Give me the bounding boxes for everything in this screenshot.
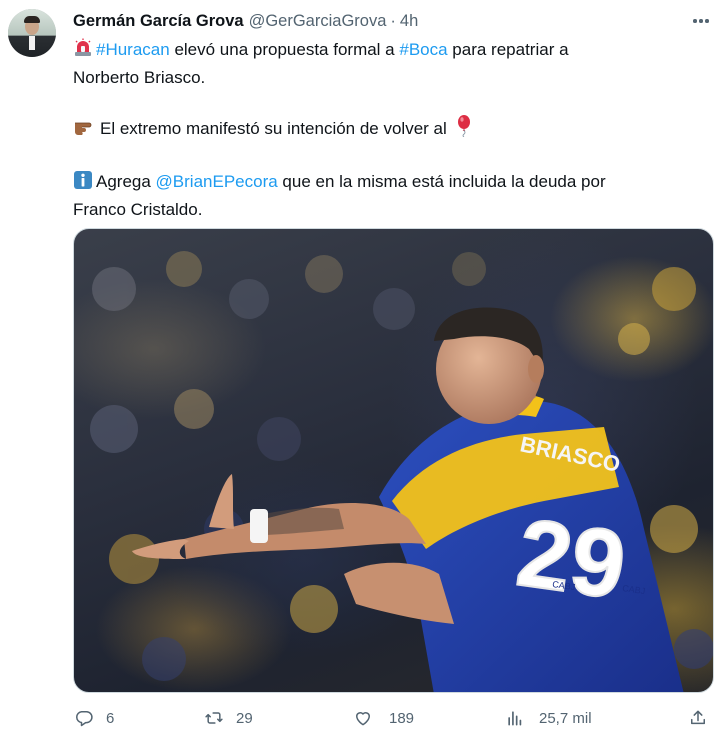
hashtag-boca[interactable]: #Boca — [399, 40, 447, 59]
like-button[interactable]: 189 — [353, 705, 414, 731]
author-avatar[interactable] — [8, 9, 56, 57]
tweet-text-segment: para repatriar a — [447, 40, 569, 59]
heart-icon — [356, 712, 370, 726]
retweet-button[interactable]: 29 — [204, 705, 253, 731]
author-handle[interactable]: @GerGarciaGrova — [249, 12, 387, 31]
mention-brianepecora[interactable]: @BrianEPecora — [156, 172, 278, 191]
tweet-timestamp[interactable]: 4h — [400, 12, 418, 31]
pointing-hand-emoji-icon — [73, 117, 97, 144]
information-emoji-icon — [73, 170, 93, 197]
share-button[interactable] — [688, 705, 708, 731]
jersey-number-text: 29 — [511, 499, 632, 620]
like-count: 189 — [389, 709, 415, 727]
tweet-actions: 6 29 189 25,7 mil — [0, 705, 717, 731]
tweet-text-segment: elevó una propuesta formal a — [169, 40, 400, 59]
tweet-line-5: Franco Cristaldo. — [73, 200, 203, 219]
tweet-photo[interactable]: BRIASCO 29 CABJ CABJ — [73, 228, 714, 693]
views-button[interactable]: 25,7 mil — [505, 705, 592, 731]
photo-player-illustration: BRIASCO 29 CABJ CABJ — [90, 251, 713, 692]
retweet-count: 29 — [236, 709, 253, 727]
tweet-text-segment: que en la misma está incluida la deuda p… — [277, 172, 606, 191]
view-count: 25,7 mil — [539, 709, 592, 727]
tweet-text: #Huracan elevó una propuesta formal a #B… — [73, 37, 703, 222]
analytics-icon — [508, 711, 522, 726]
reply-icon — [76, 711, 93, 727]
tweet[interactable]: Germán García Grova @GerGarciaGrova · 4h… — [0, 0, 717, 734]
balloon-emoji-icon — [455, 115, 473, 144]
reply-button[interactable]: 6 — [74, 705, 114, 731]
retweet-icon — [205, 712, 223, 724]
share-icon — [691, 710, 705, 725]
tweet-line-1: #Huracan elevó una propuesta formal a #B… — [73, 37, 703, 65]
hashtag-huracan[interactable]: #Huracan — [96, 40, 170, 59]
reply-count: 6 — [106, 709, 115, 727]
tweet-line-3: El extremo manifestó su intención de vol… — [73, 115, 703, 144]
tweet-header: Germán García Grova @GerGarciaGrova · 4h — [73, 10, 418, 32]
tweet-text-segment: El extremo manifestó su intención de vol… — [100, 119, 447, 138]
siren-emoji-icon — [73, 38, 93, 65]
author-name[interactable]: Germán García Grova — [73, 12, 244, 31]
more-options-icon[interactable] — [690, 12, 712, 30]
header-separator: · — [390, 11, 396, 30]
tweet-line-4: Agrega @BrianEPecora que en la misma est… — [73, 169, 703, 197]
tweet-line-2: Norberto Briasco. — [73, 68, 206, 87]
tweet-text-segment: Agrega — [96, 172, 156, 191]
